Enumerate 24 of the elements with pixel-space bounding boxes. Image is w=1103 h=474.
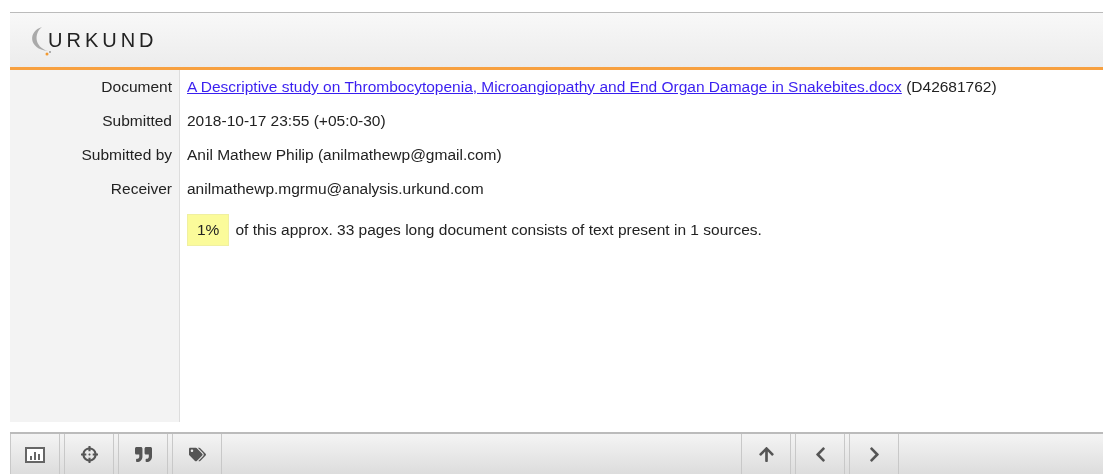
field-label: Receiver: [10, 172, 180, 206]
field-value: Anil Mathew Philip (anilmathewp@gmail.com): [187, 146, 502, 163]
next-button[interactable]: [849, 434, 899, 474]
bar-chart-icon: [25, 446, 45, 463]
logo-text: URKUND: [48, 28, 158, 52]
quote-icon: [134, 446, 152, 463]
field-label: Submitted: [10, 104, 180, 138]
summary-text: of this approx. 33 pages long document consists of text present in 1 sources.: [235, 221, 762, 239]
quote-button[interactable]: [118, 434, 168, 474]
field-value: anilmathewp.mgrmu@analysis.urkund.com: [187, 180, 484, 197]
field-label: Document: [10, 70, 180, 104]
field-value: 2018-10-17 23:55 (+05:0-30): [187, 112, 386, 129]
similarity-percent: 1%: [187, 214, 230, 246]
crosshair-icon: [80, 446, 98, 463]
previous-button[interactable]: [795, 434, 845, 474]
tags-icon: [188, 446, 206, 463]
arrow-up-icon: [757, 446, 775, 463]
document-id: (D42681762): [906, 78, 997, 95]
statistics-button[interactable]: [10, 434, 60, 474]
field-label: Submitted by: [10, 138, 180, 172]
crosshair-button[interactable]: [64, 434, 114, 474]
up-button[interactable]: [741, 434, 791, 474]
tags-button[interactable]: [172, 434, 222, 474]
document-link[interactable]: A Descriptive study on Thrombocytopenia, Microangiopathy and End Organ Damage in Snakebites.docx: [187, 78, 902, 95]
